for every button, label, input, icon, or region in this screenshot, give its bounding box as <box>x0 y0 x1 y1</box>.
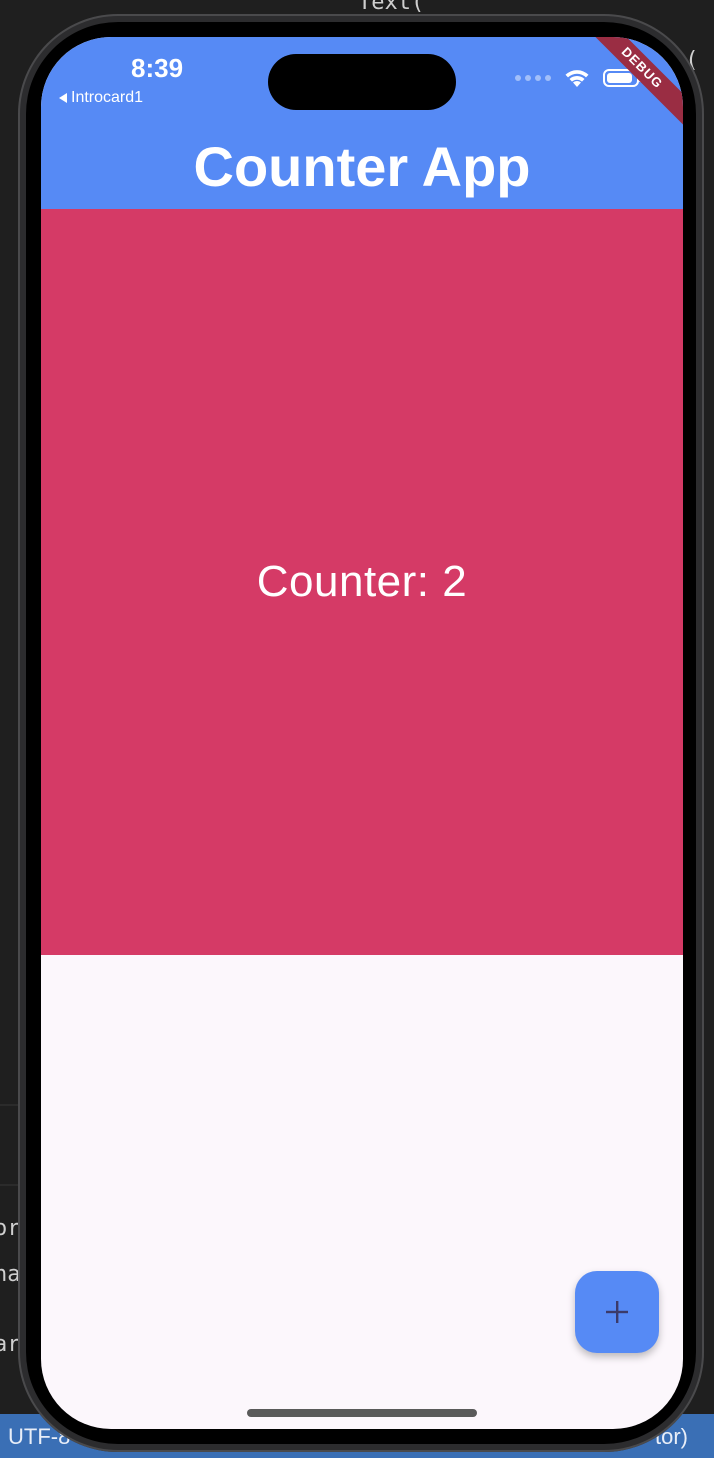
back-arrow-icon <box>59 93 67 103</box>
dynamic-island <box>268 54 456 110</box>
editor-divider <box>0 1184 18 1186</box>
cellular-signal-icon <box>515 75 551 81</box>
counter-panel: Counter: 2 <box>41 209 683 955</box>
home-indicator[interactable] <box>247 1409 477 1417</box>
plus-icon <box>606 1301 628 1323</box>
desktop-background: Text( e( ord nal ar UTF-8 tor) 8:39 Intr… <box>0 0 714 1458</box>
wifi-icon <box>565 70 589 87</box>
increment-button[interactable] <box>575 1271 659 1353</box>
counter-label: Counter: 2 <box>256 557 468 606</box>
status-icons <box>515 67 642 89</box>
editor-code-fragment: Text( <box>358 0 425 15</box>
status-time: 8:39 <box>131 53 184 83</box>
page-title: Counter App <box>193 135 531 198</box>
editor-divider <box>0 1104 18 1106</box>
phone-screen: 8:39 Introcard1 DEBUG Counter App Counte… <box>41 37 683 1429</box>
back-to-app-link[interactable]: Introcard1 <box>59 89 143 107</box>
app-bar: 8:39 Introcard1 DEBUG Counter App <box>41 37 683 209</box>
back-to-app-label: Introcard1 <box>71 89 144 106</box>
battery-level-fill <box>607 73 632 83</box>
